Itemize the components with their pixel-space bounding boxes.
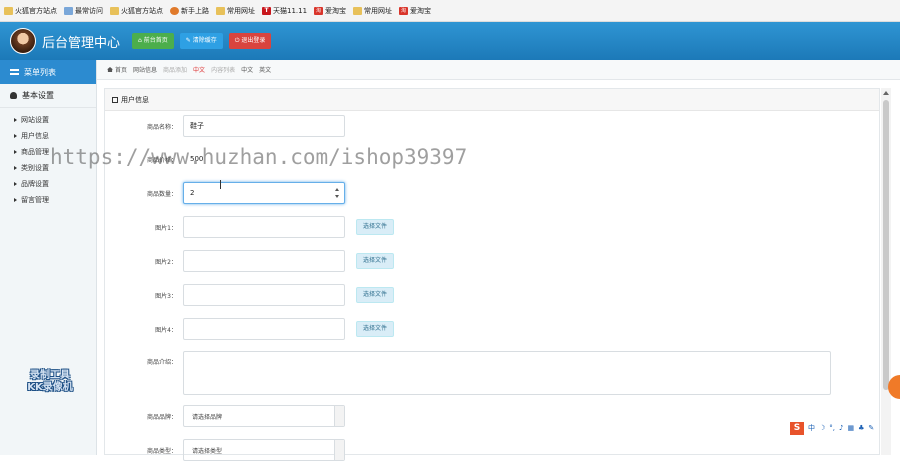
bookmark-item[interactable]: 新手上路 <box>170 6 209 16</box>
image3-input[interactable] <box>183 284 345 306</box>
product-price-label: 商品价格： <box>146 156 177 164</box>
image4-choose-file-button[interactable]: 选择文件 <box>356 321 395 337</box>
image2-input[interactable] <box>183 250 345 272</box>
image1-label: 图片1： <box>155 224 177 232</box>
sidebar-item-user-info[interactable]: 用户信息 <box>0 128 96 144</box>
panel-scrollbar[interactable] <box>881 88 891 455</box>
recorder-watermark: 录制工具 KK录像机 <box>27 370 73 393</box>
sidebar-heading[interactable]: 菜单列表 <box>0 60 96 84</box>
product-intro-textarea[interactable] <box>183 351 831 395</box>
image1-choose-file-button[interactable]: 选择文件 <box>356 219 395 235</box>
sidebar-group-basic[interactable]: 基本设置 <box>0 84 96 108</box>
bookmark-item[interactable]: 淘爱淘宝 <box>314 6 346 16</box>
ime-moon-icon[interactable]: ☽ <box>819 424 825 432</box>
edit-icon <box>112 96 118 103</box>
bookmark-item[interactable]: 常用网址 <box>216 6 255 16</box>
ime-toolbar[interactable]: S 中 ☽ °, ♪ ▦ ♣ ✎ <box>790 421 898 435</box>
site-title: 后台管理中心 <box>42 35 121 51</box>
bookmark-item[interactable]: 火狐官方站点 <box>4 6 57 16</box>
breadcrumb-item[interactable]: 英文 <box>259 65 271 74</box>
product-name-label: 商品名称： <box>146 123 177 131</box>
home-icon <box>107 67 113 72</box>
breadcrumb-item[interactable]: 中文 <box>241 65 253 74</box>
aitaobao-icon: 淘 <box>399 6 409 15</box>
bookmark-item[interactable]: T 天猫11.11 <box>262 6 307 16</box>
select-arrow-icon <box>334 440 344 460</box>
aitaobao-icon: 淘 <box>314 6 324 15</box>
breadcrumb-item[interactable]: 内容列表 <box>211 65 235 74</box>
scroll-thumb[interactable] <box>883 100 889 390</box>
user-icon <box>10 92 17 99</box>
product-brand-select[interactable]: 请选择品牌 <box>183 405 345 427</box>
clear-cache-button[interactable]: ✎ 清除缓存 <box>179 33 223 49</box>
breadcrumb: 首页 网站信息 商品添加 中文 内容列表 中文 英文 <box>97 60 900 80</box>
ime-settings-icon[interactable]: ✎ <box>868 424 874 432</box>
caret-right-icon <box>14 198 17 202</box>
bookmark-item[interactable]: 常用网址 <box>353 6 392 16</box>
sidebar: 菜单列表 基本设置 网站设置 用户信息 商品管理 类别设置 品牌设置 留言管理 … <box>0 60 97 455</box>
product-form-panel: 用户信息 商品名称： 鞋子 商品价格： 500 商品数量： 2 图片1： 选择文… <box>104 88 880 461</box>
bookmarks-bar: 火狐官方站点 最常访问 火狐官方站点 新手上路 常用网址 T 天猫11.11 淘爱… <box>0 0 900 22</box>
tmall-icon: T <box>262 6 271 15</box>
product-quantity-label: 商品数量： <box>146 190 177 198</box>
panel-heading: 用户信息 <box>105 89 879 111</box>
folder-icon <box>4 6 13 15</box>
caret-right-icon <box>14 150 17 154</box>
breadcrumb-home[interactable]: 首页 <box>107 65 127 74</box>
image3-label: 图片3： <box>155 292 177 300</box>
image4-label: 图片4： <box>155 326 177 334</box>
image4-input[interactable] <box>183 318 345 340</box>
scroll-up-icon[interactable] <box>883 91 889 95</box>
image3-choose-file-button[interactable]: 选择文件 <box>356 287 395 303</box>
ime-punct-icon[interactable]: °, <box>829 424 835 432</box>
globe-icon <box>64 6 73 15</box>
sogou-ime-icon[interactable]: S <box>790 421 804 435</box>
breadcrumb-item[interactable]: 网站信息 <box>133 65 157 74</box>
firefox-icon <box>170 6 179 15</box>
product-brand-label: 商品品牌： <box>146 413 177 421</box>
sidebar-item-messages[interactable]: 留言管理 <box>0 192 96 208</box>
bookmark-item[interactable]: 淘爱淘宝 <box>399 6 431 16</box>
caret-right-icon <box>14 118 17 122</box>
ime-language-toggle[interactable]: 中 <box>808 423 815 433</box>
ime-keyboard-icon[interactable]: ▦ <box>847 424 854 432</box>
folder-icon <box>353 6 363 15</box>
caret-right-icon <box>14 182 17 186</box>
breadcrumb-item[interactable]: 中文 <box>193 65 205 74</box>
folder-icon <box>216 6 225 15</box>
avatar <box>10 28 36 54</box>
image1-input[interactable] <box>183 216 345 238</box>
bookmark-item[interactable]: 火狐官方站点 <box>110 6 163 16</box>
product-intro-label: 商品介绍： <box>146 359 177 366</box>
caret-right-icon <box>14 166 17 170</box>
ime-skin-icon[interactable]: ♣ <box>858 424 864 432</box>
text-cursor-icon <box>220 180 221 189</box>
sidebar-item-categories[interactable]: 类别设置 <box>0 160 96 176</box>
product-price-input[interactable]: 500 <box>183 148 345 170</box>
breadcrumb-item[interactable]: 商品添加 <box>163 65 187 74</box>
product-name-input[interactable]: 鞋子 <box>183 115 345 137</box>
frontend-home-button[interactable]: ⌂ 前台首页 <box>132 33 174 49</box>
product-quantity-input[interactable]: 2 <box>183 182 345 204</box>
sidebar-item-brands[interactable]: 品牌设置 <box>0 176 96 192</box>
image2-choose-file-button[interactable]: 选择文件 <box>356 253 395 269</box>
ime-mic-icon[interactable]: ♪ <box>839 424 843 432</box>
logout-button[interactable]: ⏻ 退出登录 <box>228 33 272 49</box>
admin-header: 后台管理中心 ⌂ 前台首页 ✎ 清除缓存 ⏻ 退出登录 <box>0 22 900 60</box>
folder-icon <box>110 6 119 15</box>
product-type-label: 商品类型： <box>146 447 177 455</box>
menu-icon <box>10 69 19 75</box>
sidebar-item-site-settings[interactable]: 网站设置 <box>0 112 96 128</box>
sidebar-item-products[interactable]: 商品管理 <box>0 144 96 160</box>
select-arrow-icon <box>334 406 344 426</box>
number-spinner-icon[interactable] <box>334 188 340 198</box>
caret-right-icon <box>14 134 17 138</box>
product-type-select[interactable]: 请选择类型 <box>183 439 345 461</box>
image2-label: 图片2： <box>155 258 177 266</box>
bookmark-item[interactable]: 最常访问 <box>64 6 103 16</box>
